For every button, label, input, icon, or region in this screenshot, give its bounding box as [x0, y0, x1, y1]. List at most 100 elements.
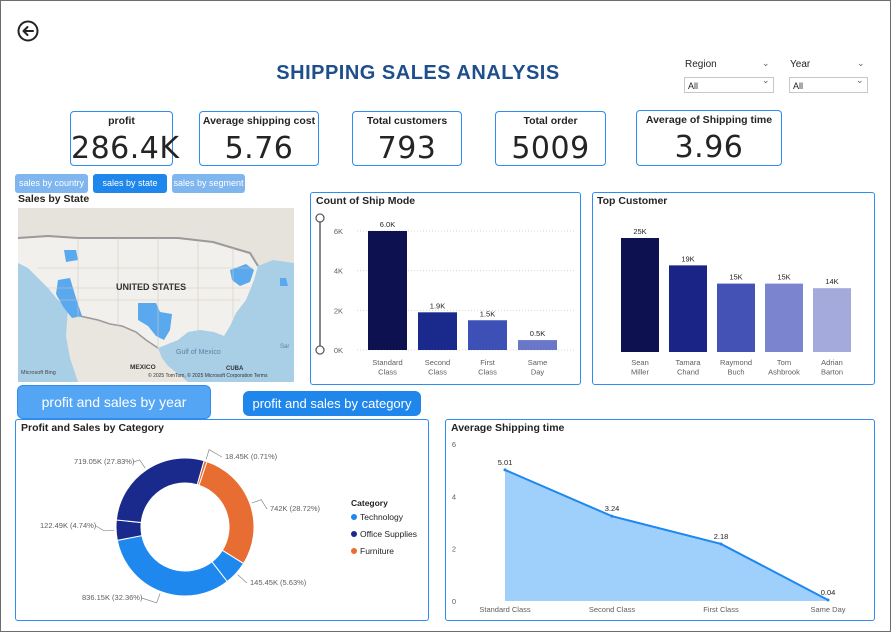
bar	[669, 265, 707, 352]
donut-slice	[115, 457, 205, 524]
ship-mode-chart-title: Count of Ship Mode	[316, 195, 416, 207]
legend-title: Category	[351, 498, 388, 508]
data-label: 1.9K	[430, 301, 445, 310]
top-customer-bar-chart: 25K Sean Miller 19K Tamara Chand 15K Raymond Buc…	[621, 227, 851, 377]
legend-label: Furniture	[360, 546, 394, 556]
data-label: 6.0K	[380, 220, 395, 229]
region-slicer-label: Region	[685, 59, 717, 70]
data-label: 5.01	[498, 458, 513, 467]
data-point	[503, 468, 507, 472]
x-tick-label: Standard Class	[479, 605, 531, 614]
nav-sales-by-state[interactable]: sales by state	[93, 174, 167, 193]
slice-label: 122.49K (4.74%)	[40, 521, 97, 530]
map-cuba-label: CUBA	[226, 366, 244, 372]
data-label: 14K	[825, 277, 838, 286]
legend-label: Office Supplies	[360, 529, 417, 539]
x-tick-label: First Class	[478, 358, 497, 377]
bar	[418, 312, 457, 350]
kpi-card-avg-shipping-cost: Average shipping cost 5.76	[199, 111, 319, 166]
data-label: 0.04	[821, 588, 836, 597]
profit-sales-by-year-button[interactable]: profit and sales by year	[17, 385, 211, 419]
category-donut-chart: 18.45K (0.71%) 742K (28.72%) 145.45K (5.63…	[40, 449, 417, 604]
data-point	[719, 542, 723, 546]
bar	[468, 320, 507, 350]
data-label: 15K	[729, 273, 742, 282]
kpi-value: 5009	[511, 131, 590, 166]
kpi-value: 3.96	[674, 130, 744, 165]
kpi-label: Average of Shipping time	[645, 114, 773, 126]
ship-mode-bar-chart: 0K 2K 4K 6K 6.0K Standard Class 1.9K Second Class…	[315, 213, 575, 377]
report-title: SHIPPING SALES ANALYSIS	[276, 62, 560, 84]
legend-marker	[351, 514, 357, 520]
data-label: 19K	[681, 254, 694, 263]
y-tick-label: 2K	[334, 306, 343, 315]
x-tick-label: Second Class	[589, 605, 636, 614]
kpi-card-total-customers: Total customers 793	[352, 111, 462, 166]
legend-marker	[351, 531, 357, 537]
zoom-slider-handle-top[interactable]	[315, 213, 325, 223]
year-slicer-label: Year	[790, 59, 811, 70]
kpi-card-total-order: Total order 5009	[495, 111, 606, 166]
bar	[813, 288, 851, 352]
map-country-label: UNITED STATES	[116, 282, 186, 292]
bar	[765, 283, 803, 352]
legend-marker	[351, 548, 357, 554]
top-customer-chart-title: Top Customer	[597, 195, 668, 207]
donut-slice	[198, 460, 255, 565]
nav-sales-by-country[interactable]: sales by country	[15, 174, 88, 193]
kpi-label: Total order	[523, 115, 578, 127]
kpi-label: Average shipping cost	[202, 115, 316, 127]
chevron-down-icon: ⌄	[856, 75, 864, 85]
slice-label: 18.45K (0.71%)	[225, 452, 278, 461]
slice-label: 742K (28.72%)	[270, 504, 321, 513]
data-point	[610, 514, 614, 518]
category-donut-title: Profit and Sales by Category	[21, 422, 164, 434]
leader-line	[141, 593, 161, 604]
chevron-down-icon: ⌄	[762, 75, 770, 85]
map-title: Sales by State	[18, 193, 90, 205]
x-tick-label: Second Class	[425, 358, 450, 377]
chevron-down-icon[interactable]: ⌄	[857, 58, 865, 69]
map-attribution: © 2025 TomTom, © 2025 Microsoft Corporat…	[148, 372, 268, 379]
leader-line	[95, 525, 115, 532]
data-label: 2.18	[714, 532, 729, 541]
year-dropdown-value: All	[793, 81, 804, 91]
profit-sales-by-category-button[interactable]: profit and sales by category	[243, 391, 421, 416]
y-tick-label: 0K	[334, 346, 343, 355]
y-tick-label: 6	[452, 440, 456, 449]
data-label: 3.24	[605, 504, 620, 513]
donut-slice	[116, 534, 228, 597]
bar	[518, 340, 557, 350]
leader-line	[251, 499, 268, 510]
avg-shipping-time-title: Average Shipping time	[451, 422, 565, 434]
x-tick-label: Raymond Buch	[720, 358, 752, 377]
x-tick-label: Tom Ashbrook	[768, 358, 800, 377]
region-dropdown[interactable]: All	[684, 77, 774, 93]
x-tick-label: Standard Class	[372, 358, 402, 377]
kpi-value: 286.4K	[71, 131, 180, 166]
slice-label: 836.15K (32.36%)	[82, 593, 143, 602]
slice-label: 145.45K (5.63%)	[250, 578, 307, 587]
data-point	[826, 598, 830, 602]
map-bing-logo: Microsoft Bing	[21, 370, 56, 376]
x-tick-label: Adrian Barton	[821, 358, 843, 377]
data-label: 0.5K	[530, 329, 545, 338]
leader-line	[237, 574, 248, 584]
bar	[368, 231, 407, 350]
y-tick-label: 6K	[334, 227, 343, 236]
y-tick-label: 2	[452, 545, 456, 554]
nav-sales-by-segment[interactable]: sales by segment	[172, 174, 245, 193]
y-tick-label: 4	[452, 492, 456, 501]
chevron-down-icon[interactable]: ⌄	[762, 58, 770, 69]
data-label: 25K	[633, 227, 646, 236]
x-tick-label: Tamara Chand	[675, 358, 701, 377]
zoom-slider-handle-bottom[interactable]	[315, 345, 325, 355]
avg-shipping-time-area-chart: 0 2 4 6 5.01 Standard Class 3.24 Second Class 2.…	[452, 440, 846, 614]
back-arrow-icon[interactable]	[17, 20, 39, 42]
region-dropdown-value: All	[688, 81, 699, 91]
us-map[interactable]: UNITED STATES Gulf of Mexico MEXICO CUBA…	[18, 208, 294, 382]
bar	[717, 283, 755, 352]
kpi-value: 793	[377, 131, 437, 166]
kpi-value: 5.76	[224, 131, 294, 166]
map-sar-label: Sar	[280, 344, 289, 350]
